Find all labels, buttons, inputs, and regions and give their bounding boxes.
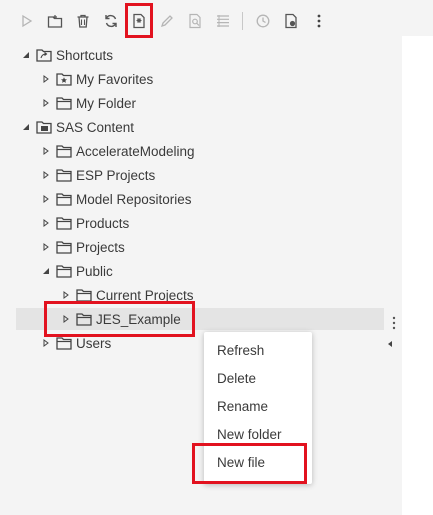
expanded-caret-icon[interactable] (20, 121, 32, 133)
folder-icon (56, 336, 72, 350)
expanded-caret-icon[interactable] (20, 49, 32, 61)
content-pane: Shortcuts My Favorites My Folder SAS Con… (0, 0, 392, 515)
collapsed-caret-icon[interactable] (60, 289, 72, 301)
tree-item-model-repositories[interactable]: Model Repositories (40, 188, 192, 210)
find-icon (189, 13, 201, 29)
tree-item-acceleratemodeling[interactable]: AccelerateModeling (40, 140, 195, 162)
folder-icon (56, 168, 72, 182)
tree-item-jes-example[interactable]: JES_Example (16, 308, 384, 330)
tree-item-label: Current Projects (96, 287, 194, 303)
delete-icon (77, 14, 89, 28)
folder-icon (56, 96, 72, 110)
tree-item-my-folder[interactable]: My Folder (40, 92, 136, 114)
run-button[interactable] (16, 10, 38, 32)
new-folder-icon (47, 15, 63, 28)
list-button[interactable] (212, 10, 234, 32)
collapsed-caret-icon[interactable] (40, 193, 52, 205)
pane-splitter[interactable] (388, 0, 402, 515)
collapsed-caret-icon[interactable] (60, 313, 72, 325)
tree-item-sas-content[interactable]: SAS Content (20, 116, 134, 138)
toolbar (10, 8, 390, 34)
new-file-button[interactable] (128, 10, 150, 32)
tree-item-users[interactable]: Users (40, 332, 111, 354)
tree-item-label: JES_Example (96, 311, 181, 327)
tree-item-label: ESP Projects (76, 167, 156, 183)
tree-item-label: AccelerateModeling (76, 143, 195, 159)
menu-item-new-folder[interactable]: New folder (217, 423, 282, 445)
delete-button[interactable] (72, 10, 94, 32)
collapsed-caret-icon[interactable] (40, 73, 52, 85)
tree-item-my-favorites[interactable]: My Favorites (40, 68, 153, 90)
edit-button[interactable] (156, 10, 178, 32)
tree-item-label: Shortcuts (56, 47, 114, 63)
tree-item-public[interactable]: Public (40, 260, 113, 282)
shortcut-folder-icon (36, 48, 52, 62)
menu-item-new-file[interactable]: New file (217, 451, 265, 473)
tree-item-label: Model Repositories (76, 191, 192, 207)
folder-icon (56, 216, 72, 230)
collapsed-caret-icon[interactable] (40, 169, 52, 181)
tree-item-label: Public (76, 263, 113, 279)
folder-icon (56, 192, 72, 206)
more-icon (317, 14, 321, 28)
refresh-icon (105, 14, 117, 28)
collapsed-caret-icon[interactable] (40, 97, 52, 109)
new-file-icon (133, 13, 145, 29)
folder-icon (76, 312, 92, 326)
tree-item-label: Projects (76, 239, 125, 255)
menu-item-delete[interactable]: Delete (217, 367, 256, 389)
history-icon (256, 14, 270, 28)
properties-icon (285, 13, 297, 29)
collapsed-caret-icon[interactable] (40, 145, 52, 157)
expanded-caret-icon[interactable] (40, 265, 52, 277)
refresh-button[interactable] (100, 10, 122, 32)
collapsed-caret-icon[interactable] (40, 241, 52, 253)
folder-icon (56, 144, 72, 158)
menu-item-refresh[interactable]: Refresh (217, 339, 264, 361)
tree-item-esp-projects[interactable]: ESP Projects (40, 164, 155, 186)
content-folder-icon (36, 120, 52, 134)
list-icon (217, 15, 229, 27)
more-options-button[interactable] (308, 10, 330, 32)
tree-item-projects[interactable]: Projects (40, 236, 125, 258)
properties-button[interactable] (280, 10, 302, 32)
tree-item-label: My Favorites (76, 71, 154, 87)
tree-item-label: SAS Content (56, 119, 135, 135)
run-icon (22, 14, 33, 28)
tree-item-label: Users (76, 335, 112, 351)
favorites-folder-icon (56, 72, 72, 86)
tree-item-label: My Folder (76, 95, 137, 111)
find-button[interactable] (184, 10, 206, 32)
toolbar-separator (242, 12, 243, 30)
folder-icon (56, 264, 72, 278)
drag-handle-icon[interactable] (392, 316, 396, 330)
new-folder-button[interactable] (44, 10, 66, 32)
collapsed-caret-icon[interactable] (40, 337, 52, 349)
collapsed-caret-icon[interactable] (40, 217, 52, 229)
folder-icon (56, 240, 72, 254)
history-button[interactable] (252, 10, 274, 32)
menu-item-rename[interactable]: Rename (217, 395, 268, 417)
context-menu: Refresh Delete Rename New folder New fil… (204, 332, 312, 484)
edit-icon (160, 15, 173, 28)
tree-item-current-projects[interactable]: Current Projects (60, 284, 194, 306)
tree-item-products[interactable]: Products (40, 212, 129, 234)
collapse-left-icon[interactable] (386, 340, 394, 348)
details-pane (402, 36, 433, 515)
tree-item-shortcuts[interactable]: Shortcuts (20, 44, 113, 66)
folder-icon (76, 288, 92, 302)
tree-item-label: Products (76, 215, 130, 231)
